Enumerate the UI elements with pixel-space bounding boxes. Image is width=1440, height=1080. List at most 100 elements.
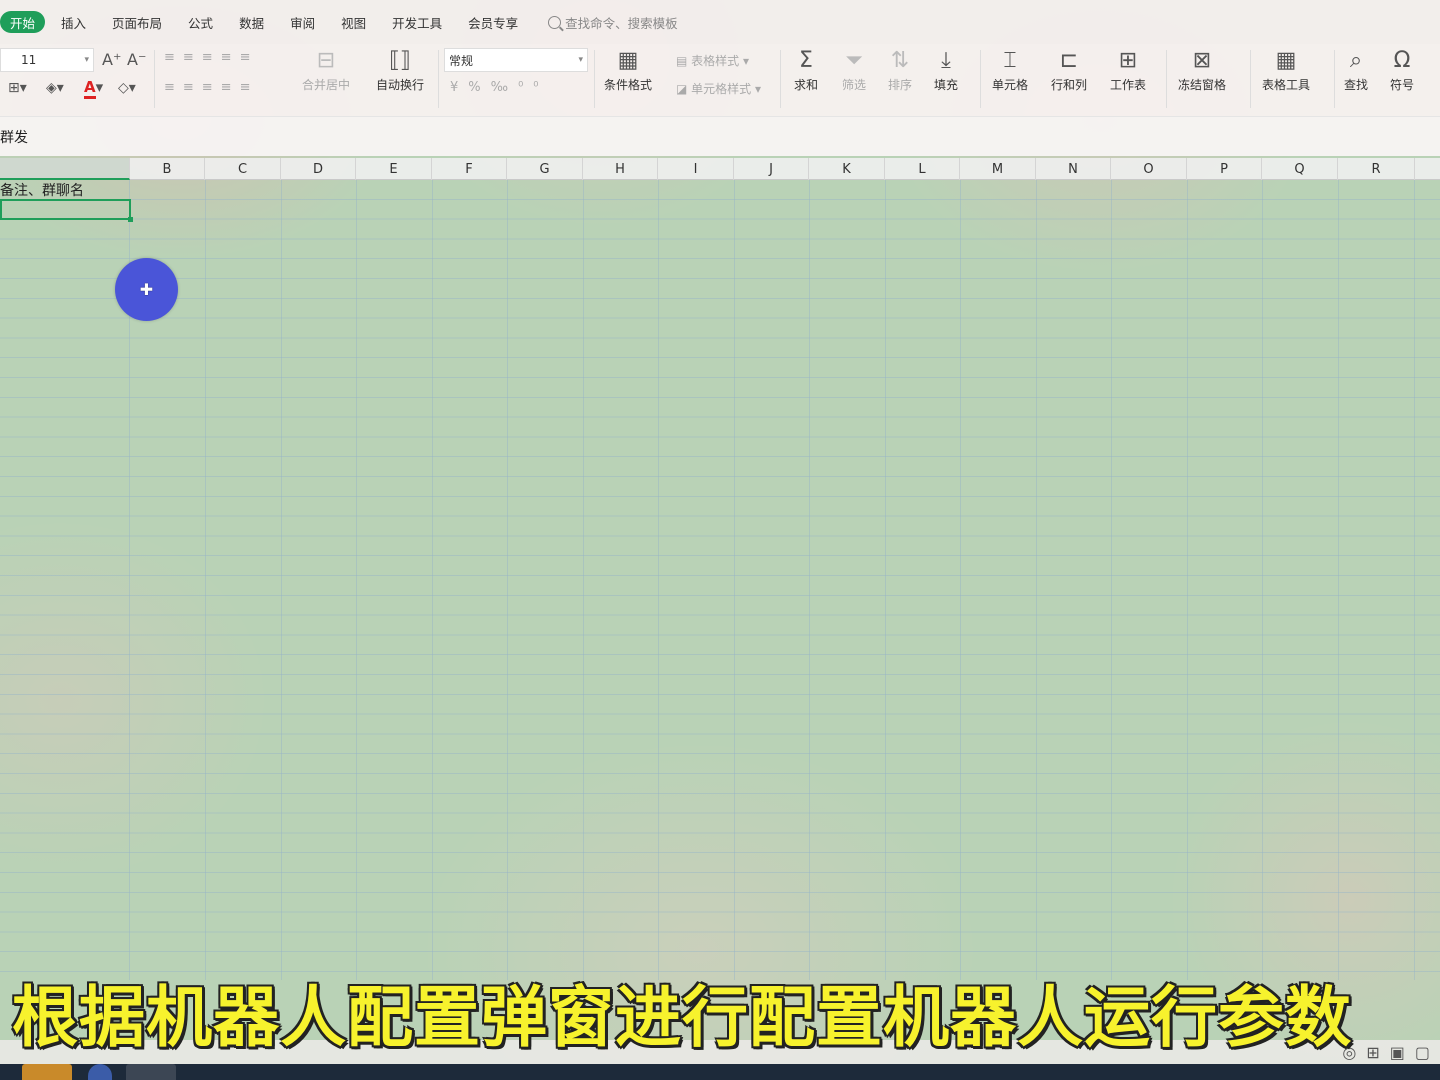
filter-label: 筛选 (842, 78, 867, 92)
os-taskbar (0, 1064, 1440, 1080)
merge-center-label: 合并居中 (302, 78, 351, 92)
mouse-cursor-indicator: ✚ (115, 258, 178, 321)
wrap-text-label: 自动换行 (376, 78, 425, 92)
conditional-format-button[interactable]: ▦ 条件格式 (604, 48, 652, 93)
cell-a1[interactable]: 备注、群聊名 (0, 180, 84, 200)
tab-formulas[interactable]: 公式 (178, 11, 223, 33)
number-format-value: 常规 (449, 53, 474, 68)
magnifier-icon: ⌕ (1349, 48, 1363, 73)
fill-color-icon[interactable]: ◈▾ (46, 80, 64, 96)
column-header[interactable]: G (507, 158, 583, 180)
grid-line (507, 180, 508, 980)
ribbon-separator (594, 50, 595, 108)
tab-page-layout[interactable]: 页面布局 (102, 11, 172, 33)
freeze-label: 冻结窗格 (1178, 78, 1227, 92)
column-header[interactable]: J (734, 158, 809, 180)
increase-font-icon[interactable]: A⁺ (102, 50, 121, 69)
row-col-button[interactable]: ⊏ 行和列 (1051, 48, 1087, 93)
table-tools-label: 表格工具 (1262, 78, 1311, 92)
command-search[interactable]: 查找命令、搜索模板 (548, 13, 678, 32)
number-format-icons[interactable]: ¥%‰⁰⁰ (450, 80, 549, 95)
decrease-font-icon[interactable]: A⁻ (127, 50, 146, 69)
cell-icon: ⌶ (1003, 48, 1017, 73)
font-size-select[interactable]: 11 ▾ (0, 48, 94, 72)
active-cell-selection[interactable] (0, 199, 133, 222)
tab-member[interactable]: 会员专享 (458, 11, 528, 33)
column-header[interactable]: H (583, 158, 658, 180)
fill-down-icon: ⤓ (941, 48, 951, 73)
cell-style-button[interactable]: ◪ 单元格样式 ▾ (676, 80, 761, 97)
column-headers: B C D E F G H I J K L M N O P Q R (0, 158, 1440, 180)
column-header-a[interactable] (0, 158, 130, 180)
filter-button[interactable]: ⏷ 筛选 (842, 48, 866, 93)
formula-bar[interactable]: 群发 (0, 116, 1440, 156)
align-left-icons[interactable]: ≡≡≡≡≡ (164, 80, 258, 95)
border-icon[interactable]: ⊞▾ (8, 80, 27, 96)
taskbar-app-icon[interactable] (22, 1064, 72, 1080)
menu-bar: 开始 插入 页面布局 公式 数据 审阅 视图 开发工具 会员专享 查找命令、搜索… (0, 0, 1440, 44)
column-header[interactable]: E (356, 158, 432, 180)
worksheet-button[interactable]: ⊞ 工作表 (1110, 48, 1146, 93)
tab-developer[interactable]: 开发工具 (382, 11, 452, 33)
tab-view[interactable]: 视图 (331, 11, 376, 33)
font-color-icon[interactable]: A▾ (84, 78, 103, 99)
taskbar-app-icon[interactable] (126, 1064, 176, 1080)
find-label: 查找 (1344, 78, 1369, 92)
tab-data[interactable]: 数据 (229, 11, 274, 33)
tab-home[interactable]: 开始 (0, 11, 46, 33)
row-col-icon: ⊏ (1059, 48, 1079, 73)
column-header[interactable]: B (130, 158, 205, 180)
chevron-down-icon: ▾ (578, 55, 583, 65)
taskbar-app-icon[interactable] (88, 1064, 112, 1080)
column-header[interactable]: I (658, 158, 734, 180)
column-header[interactable]: L (885, 158, 960, 180)
grid-line (356, 180, 357, 980)
column-header[interactable]: P (1187, 158, 1262, 180)
column-header[interactable]: F (432, 158, 507, 180)
grid-line (658, 180, 659, 980)
grid-line (1414, 180, 1415, 980)
grid-line (432, 180, 433, 980)
column-header[interactable]: D (281, 158, 356, 180)
ribbon-separator (1334, 50, 1335, 108)
sort-label: 排序 (888, 78, 913, 92)
font-size-value: 11 (21, 53, 37, 67)
ribbon-toolbar: 11 ▾ A⁺ A⁻ ⊞▾ ◈▾ A▾ ◇▾ ≡≡≡≡≡ ≡≡≡≡≡ ⊟ 合并居… (0, 44, 1440, 116)
clear-format-icon[interactable]: ◇▾ (118, 80, 136, 96)
wrap-text-button[interactable]: ⟦⟧ 自动换行 (376, 48, 424, 93)
column-header[interactable]: C (205, 158, 281, 180)
column-header[interactable]: R (1338, 158, 1415, 180)
number-format-select[interactable]: 常规 ▾ (444, 48, 588, 72)
tab-insert[interactable]: 插入 (51, 11, 96, 33)
merge-center-button[interactable]: ⊟ 合并居中 (302, 48, 350, 93)
sort-icon: ⇅ (890, 48, 910, 73)
table-tools-button[interactable]: ▦ 表格工具 (1262, 48, 1310, 93)
cell-style-label: 单元格样式 (691, 82, 752, 96)
grid-line (281, 180, 282, 980)
freeze-panes-button[interactable]: ⊠ 冻结窗格 (1178, 48, 1226, 93)
crosshair-icon: ✚ (139, 280, 154, 299)
align-top-icons[interactable]: ≡≡≡≡≡ (164, 50, 258, 65)
sum-button[interactable]: Σ 求和 (794, 48, 818, 93)
ribbon-separator (980, 50, 981, 108)
symbol-button[interactable]: Ω 符号 (1390, 48, 1414, 93)
table-style-button[interactable]: ▤ 表格样式 ▾ (676, 52, 749, 69)
chevron-down-icon: ▾ (84, 55, 89, 65)
sort-button[interactable]: ⇅ 排序 (888, 48, 912, 93)
cell-button[interactable]: ⌶ 单元格 (992, 48, 1028, 93)
conditional-format-label: 条件格式 (604, 78, 653, 92)
column-header[interactable]: Q (1262, 158, 1338, 180)
grid-line (1111, 180, 1112, 980)
fill-button[interactable]: ⤓ 填充 (934, 48, 958, 93)
column-header[interactable]: M (960, 158, 1036, 180)
column-header[interactable]: O (1111, 158, 1187, 180)
spreadsheet-grid[interactable] (0, 180, 1440, 980)
column-header[interactable]: K (809, 158, 885, 180)
find-button[interactable]: ⌕ 查找 (1344, 48, 1368, 93)
table-tools-icon: ▦ (1275, 48, 1297, 73)
video-subtitle: 根据机器人配置弹窗进行配置机器人运行参数 (12, 979, 1352, 1056)
sum-label: 求和 (794, 78, 819, 92)
column-header[interactable]: N (1036, 158, 1111, 180)
tab-review[interactable]: 审阅 (280, 11, 325, 33)
grid-line (1187, 180, 1188, 980)
